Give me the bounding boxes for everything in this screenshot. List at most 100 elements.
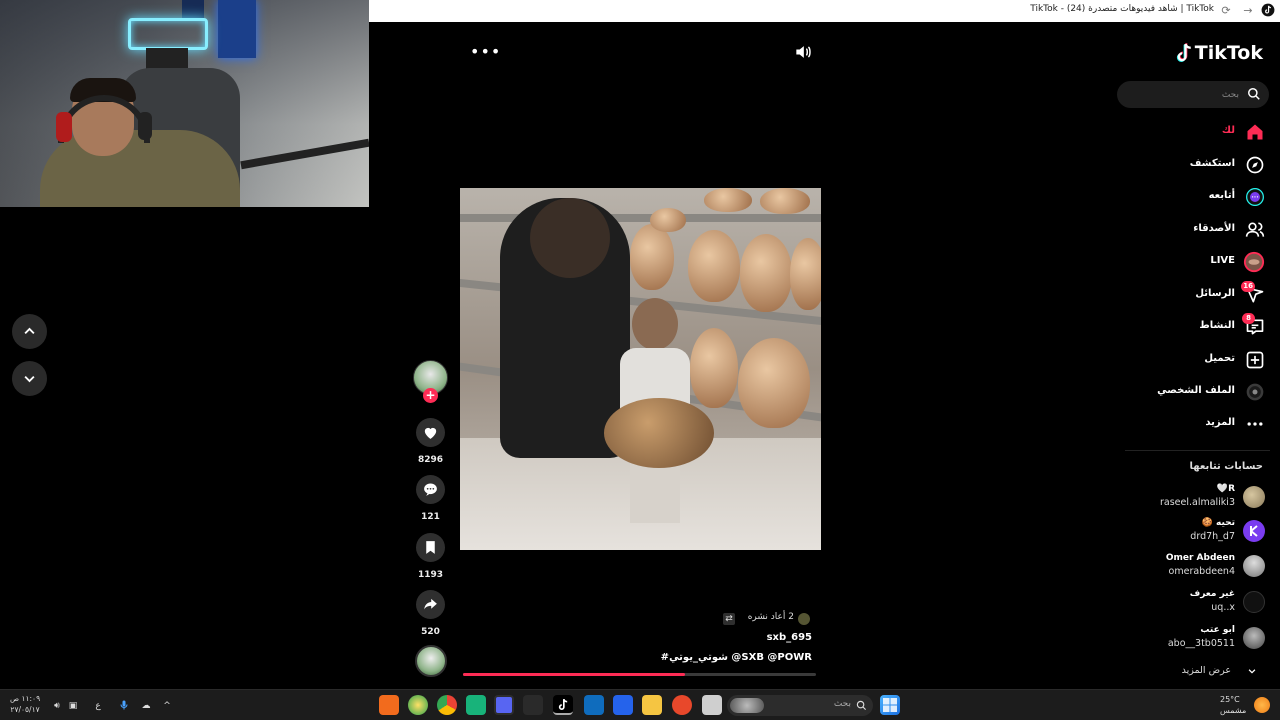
like-count: 8296: [417, 455, 444, 465]
account-handle: abo__3tb0511: [1167, 638, 1235, 649]
friends-icon: [1245, 222, 1265, 237]
store-icon[interactable]: [613, 695, 633, 715]
logo-text: TikTok: [1194, 42, 1263, 64]
sidebar-item-more[interactable]: المزيد: [1125, 414, 1265, 434]
app-icon-a[interactable]: [379, 695, 399, 715]
save-button[interactable]: [416, 533, 445, 562]
following-account[interactable]: R🤍 raseel.almaliki3: [1115, 484, 1265, 512]
bookmark-icon: [426, 541, 435, 554]
avatar: [1243, 555, 1265, 577]
search-icon[interactable]: [1247, 87, 1261, 101]
following-account[interactable]: تحيه 🍪 drd7h_d7: [1115, 518, 1265, 546]
video-player[interactable]: [460, 188, 821, 550]
sound-disc[interactable]: [415, 645, 447, 677]
video-progress-bar[interactable]: [463, 673, 816, 676]
comment-count: 121: [421, 512, 440, 522]
app-icon-dark[interactable]: [523, 695, 543, 715]
follow-button[interactable]: +: [423, 388, 438, 403]
clock-date: ٢٧/٠٥/١٧: [10, 705, 40, 714]
app-icon-gray[interactable]: [702, 695, 722, 715]
account-handle: uq..x: [1211, 602, 1235, 613]
search-box[interactable]: [1117, 81, 1269, 108]
reload-icon[interactable]: ⟳: [1218, 3, 1234, 19]
tiktok-logo[interactable]: TikTok: [1175, 42, 1263, 68]
sidebar-item-profile[interactable]: الملف الشخصي: [1125, 382, 1265, 402]
search-highlight-image: [730, 698, 764, 713]
following-account[interactable]: ابو عتب abo__3tb0511: [1115, 625, 1265, 653]
home-icon: [1247, 124, 1263, 140]
browser-title-bar: TikTok | شاهد فيديوهات متصدرة (24) - Tik…: [369, 0, 1280, 22]
file-explorer-icon[interactable]: [642, 695, 662, 715]
display-icon[interactable]: ▣: [66, 699, 80, 713]
sidebar-item-following[interactable]: ••• أتابعه: [1125, 187, 1265, 207]
avatar: [1243, 486, 1265, 508]
volume-icon[interactable]: [793, 42, 813, 62]
sidebar-item-activity[interactable]: 8 النشاط: [1125, 313, 1265, 337]
chevron-up-icon[interactable]: ^: [160, 699, 174, 713]
next-video-button[interactable]: [12, 361, 47, 396]
clock-time: ١١:٠٩ ص: [10, 694, 41, 703]
video-progress-fill: [463, 673, 686, 676]
sidebar-item-friends[interactable]: الأصدقاء: [1125, 220, 1265, 240]
repost-row[interactable]: ⇄ 2 أعاد نشره: [720, 611, 812, 627]
sidebar-item-label: استكشف: [1189, 158, 1235, 169]
microphone-icon[interactable]: [117, 699, 131, 713]
speaker-icon[interactable]: 🔊︎: [50, 699, 64, 713]
like-button[interactable]: [416, 418, 445, 447]
account-name: تحيه 🍪: [1201, 518, 1235, 528]
more-icon: [1247, 422, 1263, 426]
activity-badge: 8: [1242, 313, 1255, 324]
chevron-down-icon: [1248, 669, 1256, 674]
comment-icon: [424, 483, 437, 496]
sidebar-item-messages[interactable]: 16 الرسائل: [1125, 281, 1265, 305]
cloud-icon[interactable]: ☁: [139, 699, 153, 713]
search-icon: [856, 700, 867, 711]
video-author[interactable]: sxb_695: [767, 632, 812, 643]
app-icon-green[interactable]: [466, 695, 486, 715]
see-more-label: عرض المزيد: [1181, 665, 1231, 676]
sun-icon: [1254, 697, 1270, 713]
share-button[interactable]: [416, 590, 445, 619]
compass-icon: [1246, 156, 1264, 174]
tiktok-taskbar-icon[interactable]: [553, 695, 573, 715]
sidebar-item-label: الملف الشخصي: [1157, 385, 1235, 396]
discord-icon[interactable]: [494, 695, 514, 715]
webcam-overlay: [0, 0, 369, 207]
weather-widget[interactable]: 25°C مشمس: [1220, 694, 1246, 716]
taskbar-search[interactable]: بحث: [727, 695, 873, 716]
account-name: Omer Abdeen: [1165, 553, 1235, 563]
upload-icon: [1246, 351, 1264, 369]
sidebar-item-for-you[interactable]: لك: [1125, 122, 1265, 142]
app-icon-red[interactable]: [672, 695, 692, 715]
save-count: 1193: [417, 570, 444, 580]
account-handle: drd7h_d7: [1190, 531, 1235, 542]
outlook-icon[interactable]: [584, 695, 604, 715]
sidebar-item-label: LIVE: [1210, 255, 1235, 266]
account-name: ابو عتب: [1200, 625, 1235, 635]
following-account[interactable]: غير معرف uq..x: [1115, 589, 1265, 617]
chevron-down-icon: [24, 375, 35, 383]
tiktok-favicon-icon: [1260, 3, 1276, 19]
windows-start-icon[interactable]: [880, 695, 900, 715]
app-icon-chat[interactable]: [408, 695, 428, 715]
search-input[interactable]: [1127, 85, 1239, 104]
see-more-button[interactable]: عرض المزيد: [1145, 663, 1265, 679]
screen: TikTok | شاهد فيديوهات متصدرة (24) - Tik…: [0, 0, 1280, 720]
sidebar-item-upload[interactable]: تحميل: [1125, 350, 1265, 370]
previous-video-button[interactable]: [12, 314, 47, 349]
reposter-avatar: [798, 613, 810, 625]
forward-icon[interactable]: →: [1240, 3, 1256, 19]
sidebar-item-explore[interactable]: استكشف: [1125, 155, 1265, 175]
repost-text: 2 أعاد نشره: [747, 612, 794, 622]
sidebar-item-label: الأصدقاء: [1193, 223, 1235, 234]
following-account[interactable]: Omer Abdeen omerabdeen4: [1115, 553, 1265, 581]
language-indicator[interactable]: ع: [91, 699, 105, 713]
taskbar-clock[interactable]: ١١:٠٩ ص ٢٧/٠٥/١٧: [10, 693, 40, 715]
chrome-icon[interactable]: [437, 695, 457, 715]
messages-badge: 16: [1241, 281, 1255, 292]
sidebar-item-live[interactable]: LIVE: [1125, 251, 1265, 273]
comment-button[interactable]: [416, 475, 445, 504]
more-options-icon[interactable]: •••: [470, 42, 500, 62]
profile-icon: [1246, 383, 1264, 401]
account-name: غير معرف: [1189, 589, 1235, 599]
